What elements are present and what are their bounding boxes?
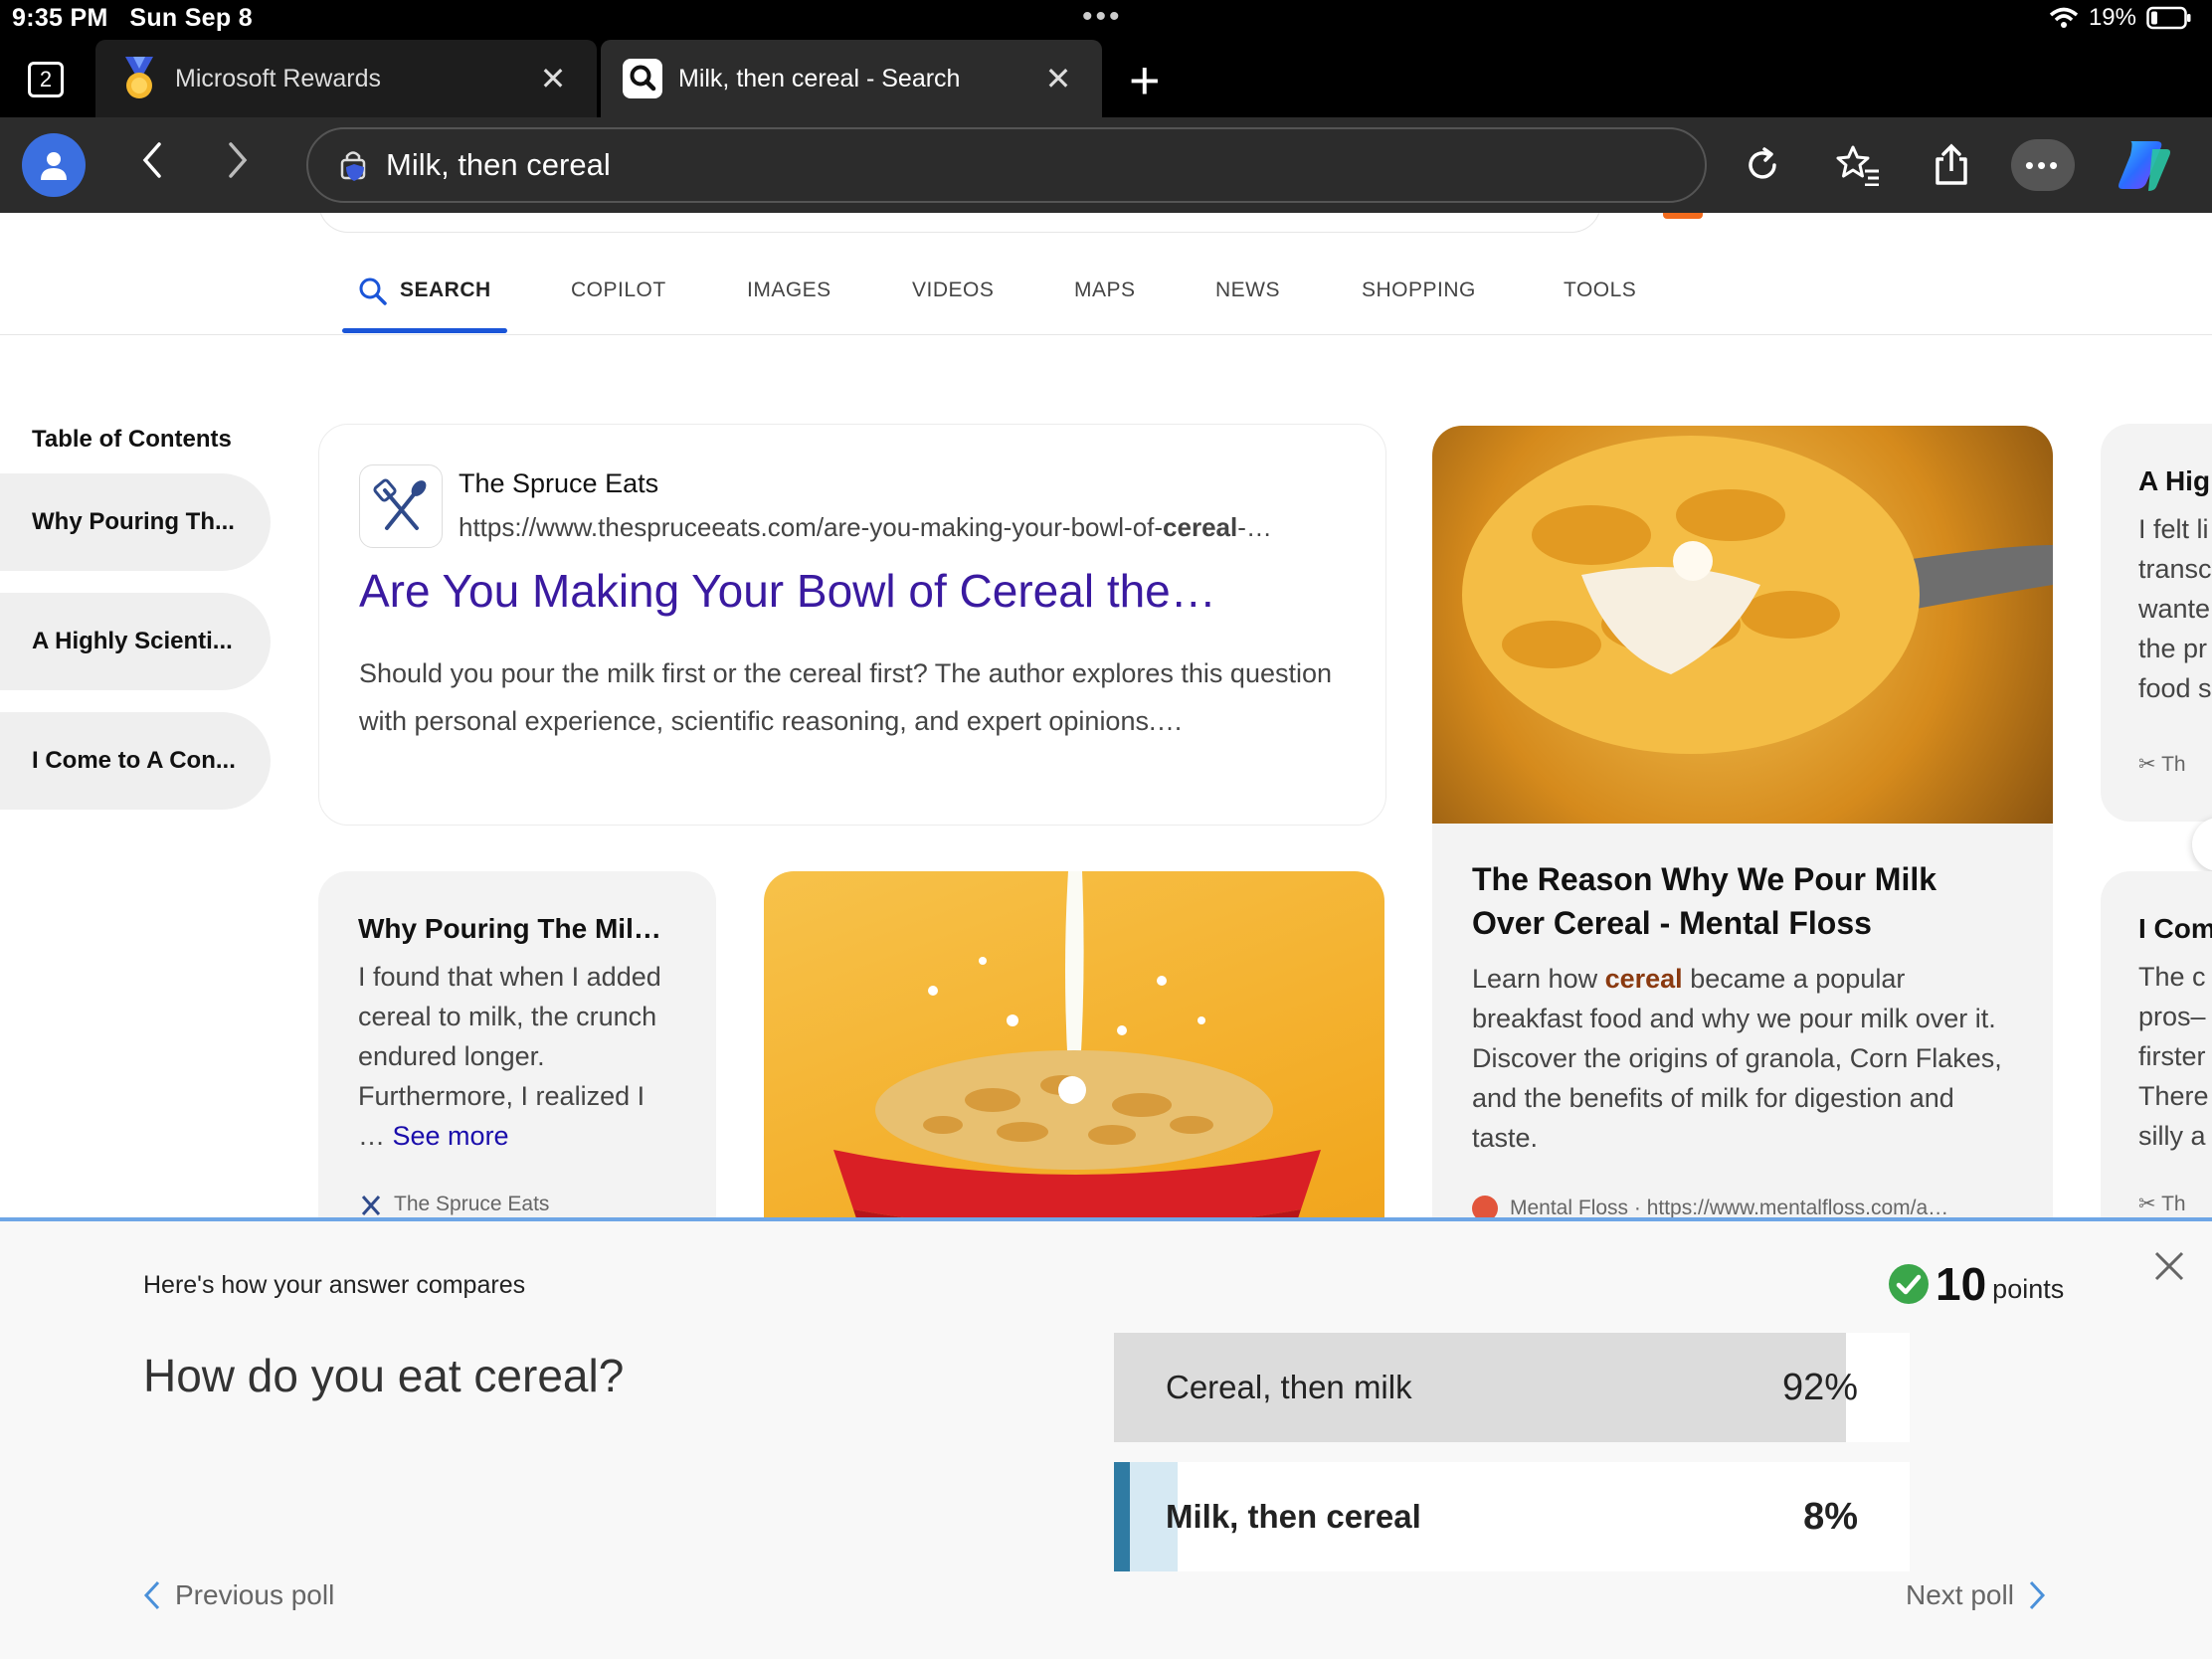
close-icon xyxy=(2154,1251,2184,1281)
points-value: 10 xyxy=(1936,1258,1987,1310)
address-text: Milk, then cereal xyxy=(386,147,611,182)
result-url[interactable]: https://www.thespruceeats.com/are-you-ma… xyxy=(459,512,1272,543)
tab-shopping[interactable]: SHOPPING xyxy=(1362,278,1476,302)
copilot-icon xyxy=(2119,141,2170,191)
points-label: points xyxy=(1992,1273,2065,1304)
tab-copilot[interactable]: COPILOT xyxy=(571,278,666,302)
tab-count-button[interactable]: 2 xyxy=(28,62,64,97)
tab-title: Milk, then cereal - Search xyxy=(678,64,961,92)
partial-card-title: I Com xyxy=(2138,913,2212,944)
shield-lock-icon xyxy=(340,151,366,181)
browser-toolbar: Milk, then cereal ••• xyxy=(0,117,2212,213)
close-poll-button[interactable] xyxy=(2152,1249,2186,1288)
chevron-right-icon xyxy=(2029,1580,2045,1610)
poll-question: How do you eat cereal? xyxy=(143,1350,625,1401)
toc-title: Table of Contents xyxy=(32,426,232,453)
tab-images[interactable]: IMAGES xyxy=(747,278,831,302)
toc-item[interactable]: A Highly Scienti... xyxy=(0,593,271,690)
result-site-name: The Spruce Eats xyxy=(459,468,659,498)
points-earned: 10 points xyxy=(1888,1257,2064,1311)
copilot-button[interactable] xyxy=(2113,135,2174,200)
poll-panel: Here's how your answer compares 10 point… xyxy=(0,1217,2212,1659)
nav-divider xyxy=(0,334,2212,335)
new-tab-plus-icon[interactable]: + xyxy=(1129,50,1161,111)
forward-button[interactable] xyxy=(227,139,251,189)
wifi-icon xyxy=(2049,7,2079,28)
tab-search-nav[interactable]: SEARCH xyxy=(400,278,491,302)
battery-percent: 19% xyxy=(2088,4,2136,31)
refresh-button[interactable] xyxy=(1737,139,1788,191)
partial-card-source: ✂ Th xyxy=(2138,1193,2186,1215)
news-card-text: Learn how cereal became a popular breakf… xyxy=(1472,964,2002,1153)
rewards-badge[interactable] xyxy=(1663,213,1703,219)
back-button[interactable] xyxy=(139,139,163,189)
qa-card-text: I found that when I added cereal to milk… xyxy=(358,962,661,1151)
partial-card-source: ✂ Th xyxy=(2138,753,2186,776)
poll-option-percent: 92% xyxy=(1781,1366,1858,1408)
spatula-spoon-icon xyxy=(361,1196,381,1215)
result-title-link[interactable]: Are You Making Your Bowl of Cereal the… xyxy=(359,564,1216,618)
poll-option-percent: 8% xyxy=(1803,1495,1858,1538)
favorites-button[interactable] xyxy=(1832,139,1884,191)
news-card-title: The Reason Why We Pour Milk Over Cereal … xyxy=(1472,861,1937,941)
tab-tools[interactable]: TOOLS xyxy=(1564,278,1636,302)
poll-option-selected[interactable]: Milk, then cereal 8% xyxy=(1114,1462,1910,1571)
status-time: 9:35 PM Sun Sep 8 xyxy=(12,4,253,32)
address-bar[interactable]: Milk, then cereal xyxy=(306,127,1707,203)
selected-indicator xyxy=(1114,1462,1130,1571)
close-tab-icon[interactable]: ✕ xyxy=(533,60,573,97)
status-bar: 9:35 PM Sun Sep 8 ••• 19% xyxy=(0,0,2212,40)
toc-item[interactable]: Why Pouring Th... xyxy=(0,473,271,571)
tab-strip: 2 Microsoft Rewards ✕ Milk, then cereal … xyxy=(0,40,2212,117)
more-menu-button[interactable]: ••• xyxy=(2011,139,2075,191)
multitasking-dots-icon[interactable]: ••• xyxy=(1082,0,1123,34)
previous-poll-link[interactable]: Previous poll xyxy=(143,1579,334,1611)
ellipsis-icon: ••• xyxy=(2024,149,2062,180)
star-list-icon xyxy=(1836,145,1879,186)
close-tab-icon[interactable]: ✕ xyxy=(1038,60,1078,97)
rewards-medal-icon xyxy=(125,57,153,98)
chevron-left-icon xyxy=(143,1580,160,1610)
tab-maps[interactable]: MAPS xyxy=(1074,278,1136,302)
qa-card-title: Why Pouring The Mil… xyxy=(358,913,661,944)
tab-news[interactable]: NEWS xyxy=(1215,278,1280,302)
status-indicators: 19% xyxy=(2049,4,2192,32)
person-icon xyxy=(41,152,67,180)
chevron-right-icon xyxy=(229,142,248,178)
partial-card-title: A Hig xyxy=(2138,465,2211,496)
search-favicon-icon xyxy=(623,59,662,98)
see-more-link[interactable]: See more xyxy=(393,1121,509,1151)
qa-card-source: The Spruce Eats xyxy=(358,1192,549,1217)
poll-compare-label: Here's how your answer compares xyxy=(143,1271,526,1299)
share-icon xyxy=(1936,143,1967,185)
toc-item[interactable]: I Come to A Con... xyxy=(0,712,271,810)
profile-avatar[interactable] xyxy=(22,133,86,197)
poll-option-label: Cereal, then milk xyxy=(1166,1369,1412,1405)
carousel-next-button[interactable] xyxy=(2192,818,2212,871)
tab-title: Microsoft Rewards xyxy=(175,64,381,92)
spatula-spoon-icon xyxy=(373,478,427,530)
poll-option-label: Milk, then cereal xyxy=(1166,1498,1421,1535)
refresh-icon xyxy=(1749,147,1776,179)
tab-videos[interactable]: VIDEOS xyxy=(912,278,994,302)
checkmark-icon xyxy=(1889,1264,1929,1304)
result-card: The Spruce Eats https://www.thespruceeat… xyxy=(318,424,1386,826)
cornflakes-image[interactable] xyxy=(1432,426,2053,824)
spoon-cereal-illustration xyxy=(1462,436,2053,754)
battery-icon xyxy=(2146,6,2191,30)
tab-search[interactable]: Milk, then cereal - Search ✕ xyxy=(601,40,1102,117)
chevron-left-icon xyxy=(142,142,161,178)
active-tab-underline xyxy=(342,328,507,333)
search-box-remnant xyxy=(318,213,1601,233)
partial-card-text: I felt li transc wante the pr food s xyxy=(2138,514,2212,703)
tab-microsoft-rewards[interactable]: Microsoft Rewards ✕ xyxy=(95,40,597,117)
partial-card-right[interactable]: A Hig I felt li transc wante the pr food s ✂… xyxy=(2101,424,2212,822)
share-button[interactable] xyxy=(1926,139,1977,191)
search-nav-icon xyxy=(359,277,387,305)
site-favicon xyxy=(359,464,443,548)
partial-card-text: The c pros– firster There silly a xyxy=(2138,962,2209,1151)
next-poll-link[interactable]: Next poll xyxy=(1906,1579,2046,1611)
poll-option[interactable]: Cereal, then milk 92% xyxy=(1114,1333,1910,1442)
result-snippet: Should you pour the milk first or the ce… xyxy=(359,658,1333,736)
